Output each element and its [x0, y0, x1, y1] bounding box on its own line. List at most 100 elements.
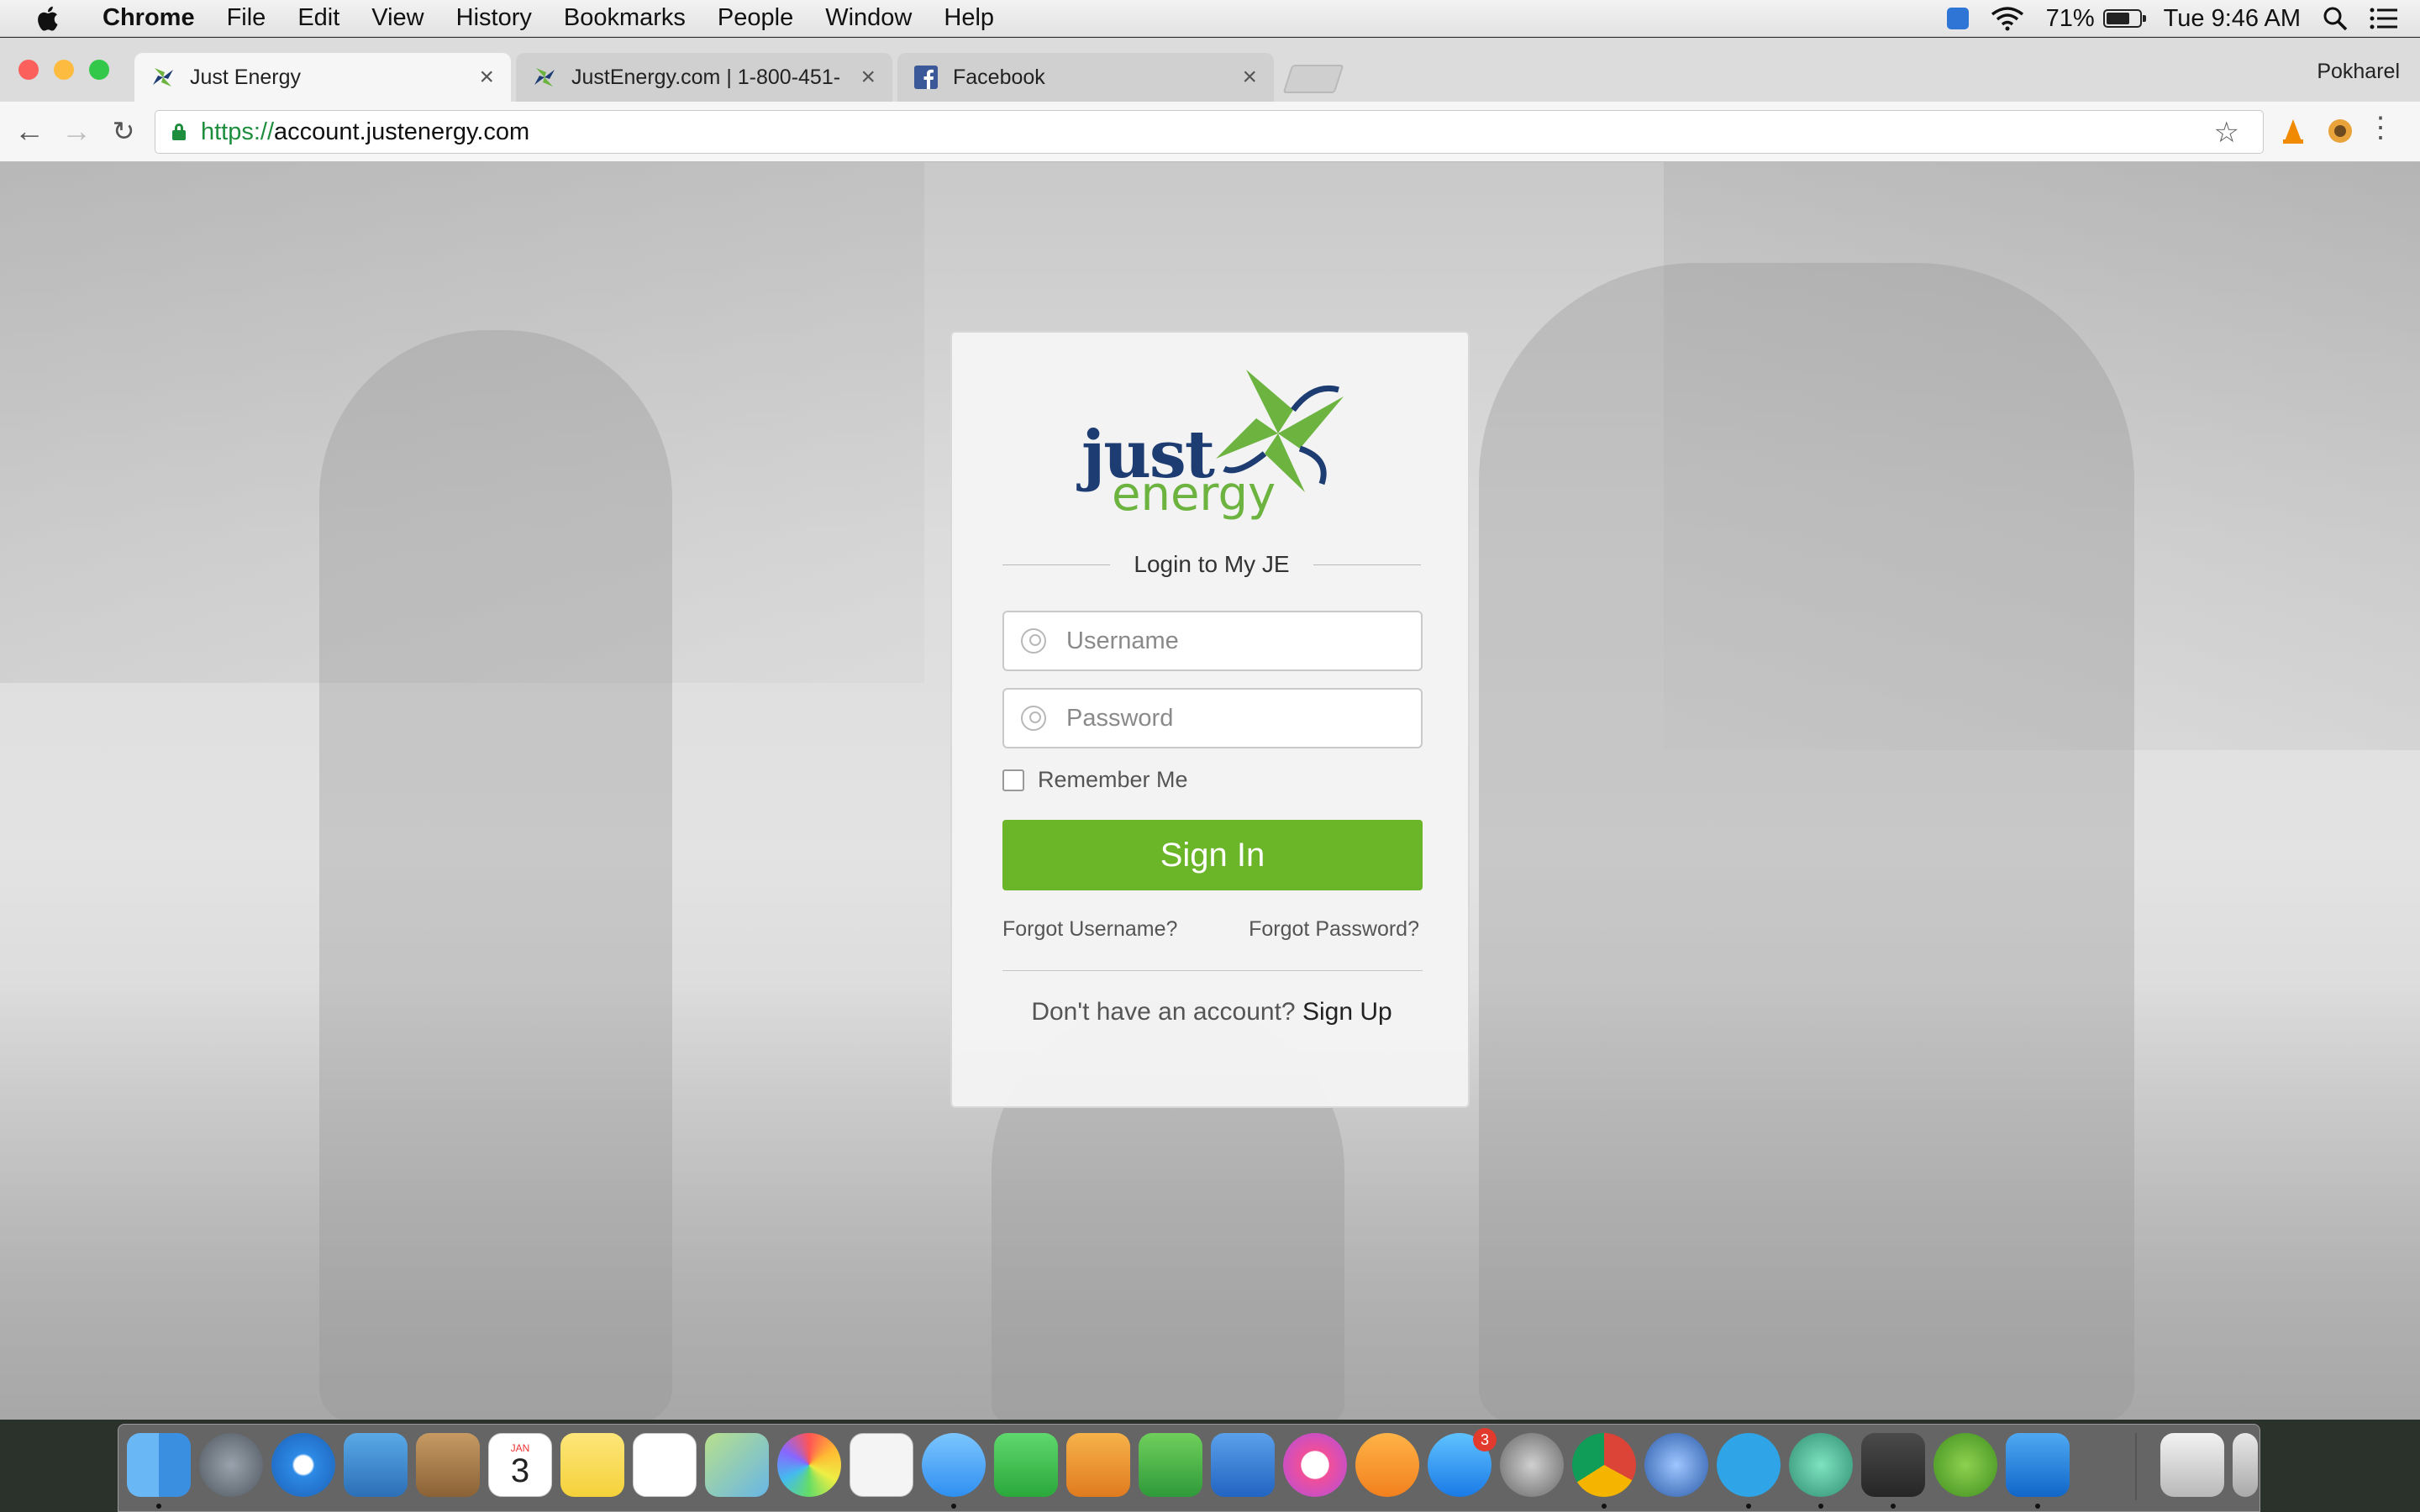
username-field[interactable] — [1002, 611, 1423, 671]
remember-me-label: Remember Me — [1038, 767, 1188, 792]
facetime-icon[interactable] — [994, 1433, 1058, 1497]
app-store-icon[interactable]: 3 — [1428, 1428, 1497, 1497]
menu-view[interactable]: View — [371, 4, 424, 32]
ibooks-icon[interactable] — [1355, 1433, 1419, 1497]
trash-icon[interactable] — [2233, 1433, 2258, 1497]
chrome-menu-icon[interactable]: ⋮ — [2366, 113, 2395, 142]
menu-history[interactable]: History — [456, 4, 532, 32]
window-close-button[interactable] — [18, 60, 39, 80]
tab-justenergy-com[interactable]: JustEnergy.com | 1-800-451- × — [516, 53, 892, 102]
signup-row: Don't have an account? Sign Up — [952, 998, 1471, 1026]
app-menu-chrome[interactable]: Chrome — [103, 4, 195, 32]
battery-percent[interactable]: 71% — [2046, 5, 2095, 33]
menu-bookmarks[interactable]: Bookmarks — [564, 4, 686, 32]
url-scheme: https:// — [201, 118, 275, 145]
photos-icon[interactable] — [777, 1433, 841, 1497]
menu-edit[interactable]: Edit — [297, 4, 339, 32]
calendar-icon[interactable]: JAN 3 — [488, 1433, 552, 1497]
tab-strip: Just Energy × JustEnergy.com | 1-800-451… — [0, 38, 2420, 102]
bookmark-star-icon[interactable]: ☆ — [2214, 116, 2239, 150]
notification-center-icon[interactable] — [2370, 7, 2398, 30]
extension-icon[interactable] — [2326, 117, 2354, 145]
window-minimize-button[interactable] — [54, 60, 74, 80]
tab-close-icon[interactable]: × — [1242, 63, 1257, 92]
login-heading-row: Login to My JE — [1002, 549, 1422, 580]
skype-icon[interactable] — [1717, 1433, 1781, 1497]
window-zoom-button[interactable] — [89, 60, 109, 80]
quicktime-icon[interactable] — [1644, 1433, 1708, 1497]
itunes-icon[interactable] — [1283, 1433, 1347, 1497]
menu-people[interactable]: People — [718, 4, 793, 32]
forgot-password-link[interactable]: Forgot Password? — [1249, 917, 1419, 942]
reminders-icon[interactable] — [633, 1433, 697, 1497]
just-energy-logo: just energy — [1078, 366, 1347, 522]
tab-facebook[interactable]: Facebook × — [897, 53, 1274, 102]
launchpad-icon[interactable] — [199, 1433, 263, 1497]
wifi-icon[interactable] — [1991, 6, 2024, 31]
numbers-icon[interactable] — [1139, 1433, 1202, 1497]
page-viewport: just energy Login to My JE Username Reme… — [0, 162, 2420, 1420]
tab-close-icon[interactable]: × — [860, 63, 876, 92]
pinwheel-icon — [153, 68, 173, 87]
browser-toolbar: ← → ↻ https://account.justenergy.com ☆ ⋮ — [0, 102, 2420, 162]
login-card: just energy Login to My JE Username Reme… — [950, 331, 1470, 1108]
lock-icon[interactable] — [172, 123, 186, 140]
sign-in-button[interactable]: Sign In — [1002, 820, 1423, 890]
profile-name[interactable]: Pokharel — [2317, 60, 2400, 84]
menu-help[interactable]: Help — [944, 4, 994, 32]
forward-arrow-icon[interactable]: → — [60, 115, 92, 147]
pinwheel-icon — [534, 68, 555, 87]
back-arrow-icon[interactable]: ← — [13, 115, 45, 147]
finder-icon[interactable] — [127, 1433, 191, 1497]
apple-menu-icon[interactable] — [34, 3, 64, 34]
signup-prompt: Don't have an account? — [1031, 998, 1296, 1026]
facebook-icon — [914, 66, 938, 89]
password-input[interactable] — [1066, 704, 1402, 732]
running-indicator — [2035, 1504, 2040, 1509]
calendar-day: 3 — [510, 1452, 530, 1489]
battery-icon[interactable] — [2102, 9, 2146, 28]
messages-icon[interactable] — [922, 1433, 986, 1497]
teamviewer-status-icon[interactable] — [1946, 8, 1969, 29]
user-icon — [1021, 628, 1046, 654]
address-bar[interactable]: https://account.justenergy.com ☆ — [155, 110, 2264, 154]
pages-icon[interactable] — [1066, 1433, 1130, 1497]
downloads-stack-icon[interactable] — [2160, 1433, 2224, 1497]
tab-close-icon[interactable]: × — [479, 63, 494, 92]
new-tab-button[interactable] — [1282, 65, 1344, 93]
reload-icon[interactable]: ↻ — [108, 115, 139, 147]
password-field[interactable] — [1002, 688, 1423, 748]
sublime-text-icon[interactable] — [1861, 1433, 1925, 1497]
forgot-username-link[interactable]: Forgot Username? — [1002, 917, 1177, 942]
battery-level-fill — [2106, 13, 2129, 24]
contacts-icon[interactable] — [416, 1433, 480, 1497]
teamviewer-icon[interactable] — [2006, 1433, 2070, 1497]
safari-icon[interactable] — [271, 1433, 335, 1497]
notes-icon[interactable] — [560, 1433, 624, 1497]
running-indicator — [1891, 1504, 1896, 1509]
lock-field-icon — [1021, 706, 1046, 731]
mail-icon[interactable] — [344, 1433, 408, 1497]
remember-me-checkbox[interactable] — [1002, 769, 1024, 791]
username-input[interactable] — [1066, 627, 1402, 655]
running-indicator — [1746, 1504, 1751, 1509]
menu-file[interactable]: File — [227, 4, 266, 32]
maps-icon[interactable] — [705, 1433, 769, 1497]
clock[interactable]: Tue 9:46 AM — [2164, 5, 2301, 33]
vlc-extension-icon[interactable] — [2279, 117, 2307, 145]
tab-title: Just Energy — [190, 65, 302, 89]
url-host: account.justenergy.com — [274, 118, 530, 145]
remember-me[interactable]: Remember Me — [1002, 767, 1188, 793]
chrome-icon[interactable] — [1572, 1433, 1636, 1497]
tab-just-energy[interactable]: Just Energy × — [134, 53, 511, 102]
sign-up-link[interactable]: Sign Up — [1302, 998, 1392, 1026]
utorrent-icon[interactable] — [1933, 1433, 1997, 1497]
textedit-icon[interactable] — [850, 1433, 913, 1497]
status-area: 71% Tue 9:46 AM — [1946, 0, 2420, 37]
divider — [1002, 970, 1423, 971]
keynote-icon[interactable] — [1211, 1433, 1275, 1497]
menu-window[interactable]: Window — [825, 4, 912, 32]
atom-icon[interactable] — [1789, 1433, 1853, 1497]
spotlight-search-icon[interactable] — [2323, 6, 2348, 31]
system-preferences-icon[interactable] — [1500, 1433, 1564, 1497]
